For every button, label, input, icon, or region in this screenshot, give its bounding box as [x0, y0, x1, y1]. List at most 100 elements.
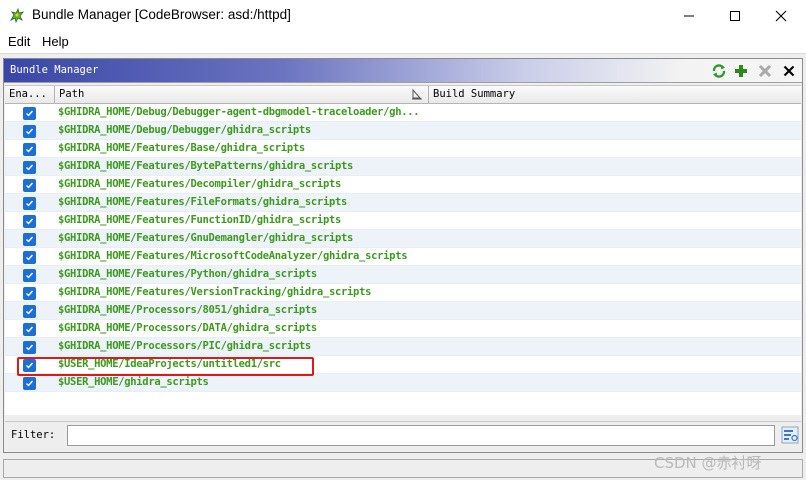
- column-header-build-summary[interactable]: Build Summary: [429, 86, 801, 104]
- table-header: Ena... Path Build Summary: [5, 86, 801, 104]
- checkmark-icon: [26, 308, 34, 315]
- close-window-button[interactable]: [758, 0, 804, 31]
- filter-input[interactable]: [67, 425, 775, 446]
- table-row[interactable]: $GHIDRA_HOME/Debug/Debugger/ghidra_scrip…: [5, 122, 801, 140]
- enabled-checkbox[interactable]: [23, 359, 36, 372]
- filter-options-icon[interactable]: [781, 426, 799, 444]
- table-row[interactable]: $GHIDRA_HOME/Features/FunctionID/ghidra_…: [5, 212, 801, 230]
- checkmark-icon: [26, 146, 34, 153]
- close-panel-button[interactable]: [780, 62, 798, 80]
- ghidra-dragon-icon: [9, 7, 24, 24]
- bundle-manager-panel: Bundle Manager Ena... Path Build Summary…: [3, 58, 803, 453]
- enabled-checkbox[interactable]: [23, 215, 36, 228]
- remove-icon: [758, 64, 772, 78]
- column-header-enabled[interactable]: Ena...: [5, 86, 55, 104]
- enabled-checkbox[interactable]: [23, 305, 36, 318]
- checkmark-icon: [26, 362, 34, 369]
- checkmark-icon: [26, 236, 34, 243]
- enabled-checkbox[interactable]: [23, 233, 36, 246]
- panel-header: Bundle Manager: [4, 59, 802, 83]
- bundle-path: $GHIDRA_HOME/Debug/Debugger-agent-dbgmod…: [58, 106, 420, 118]
- table-row[interactable]: $USER_HOME/ghidra_scripts: [5, 374, 801, 392]
- table-row[interactable]: $GHIDRA_HOME/Features/VersionTracking/gh…: [5, 284, 801, 302]
- table-row[interactable]: $GHIDRA_HOME/Features/Python/ghidra_scri…: [5, 266, 801, 284]
- checkmark-icon: [26, 254, 34, 261]
- enabled-checkbox[interactable]: [23, 143, 36, 156]
- table-body: $GHIDRA_HOME/Debug/Debugger-agent-dbgmod…: [5, 104, 801, 392]
- checkmark-icon: [26, 290, 34, 297]
- bundle-path: $GHIDRA_HOME/Processors/DATA/ghidra_scri…: [58, 322, 317, 334]
- bundle-path: $GHIDRA_HOME/Processors/8051/ghidra_scri…: [58, 304, 317, 316]
- title-bar: Bundle Manager [CodeBrowser: asd:/httpd]: [0, 0, 806, 31]
- checkmark-icon: [26, 128, 34, 135]
- remove-bundle-button[interactable]: [756, 62, 774, 80]
- maximize-button[interactable]: [712, 0, 758, 31]
- column-header-path[interactable]: Path: [55, 86, 429, 104]
- table-row[interactable]: $USER_HOME/IdeaProjects/untitled1/src: [5, 356, 801, 374]
- table-row[interactable]: $GHIDRA_HOME/Features/Decompiler/ghidra_…: [5, 176, 801, 194]
- checkmark-icon: [26, 344, 34, 351]
- enabled-checkbox[interactable]: [23, 251, 36, 264]
- menu-edit[interactable]: Edit: [8, 34, 30, 49]
- bundle-path: $GHIDRA_HOME/Features/FileFormats/ghidra…: [58, 196, 348, 208]
- bundle-path: $GHIDRA_HOME/Features/FunctionID/ghidra_…: [58, 214, 342, 226]
- bundle-path: $GHIDRA_HOME/Features/Decompiler/ghidra_…: [58, 178, 342, 190]
- bundle-path: $GHIDRA_HOME/Processors/PIC/ghidra_scrip…: [58, 340, 311, 352]
- enabled-checkbox[interactable]: [23, 161, 36, 174]
- checkmark-icon: [26, 182, 34, 189]
- filter-label: Filter:: [11, 429, 56, 441]
- checkmark-icon: [26, 164, 34, 171]
- bundle-path: $GHIDRA_HOME/Features/BytePatterns/ghidr…: [58, 160, 354, 172]
- bundle-path: $USER_HOME/IdeaProjects/untitled1/src: [58, 358, 281, 370]
- sort-ascending-icon: [412, 88, 422, 100]
- checkmark-icon: [26, 218, 34, 225]
- bundle-path: $GHIDRA_HOME/Features/VersionTracking/gh…: [58, 286, 372, 298]
- close-icon: [783, 65, 795, 77]
- add-icon: [735, 65, 747, 77]
- menu-bar: Edit Help: [0, 31, 806, 53]
- refresh-button[interactable]: [710, 62, 728, 80]
- enabled-checkbox[interactable]: [23, 125, 36, 138]
- bundle-table: Ena... Path Build Summary $GHIDRA_HOME/D…: [5, 85, 801, 415]
- bundle-path: $GHIDRA_HOME/Features/MicrosoftCodeAnaly…: [58, 250, 408, 262]
- table-row[interactable]: $GHIDRA_HOME/Features/MicrosoftCodeAnaly…: [5, 248, 801, 266]
- panel-title: Bundle Manager: [10, 64, 99, 76]
- checkmark-icon: [26, 380, 34, 387]
- filter-bar: Filter:: [5, 421, 801, 449]
- checkmark-icon: [26, 272, 34, 279]
- bundle-path: $GHIDRA_HOME/Debug/Debugger/ghidra_scrip…: [58, 124, 311, 136]
- enabled-checkbox[interactable]: [23, 323, 36, 336]
- menu-help[interactable]: Help: [42, 34, 69, 49]
- table-row[interactable]: $GHIDRA_HOME/Features/GnuDemangler/ghidr…: [5, 230, 801, 248]
- window-title: Bundle Manager [CodeBrowser: asd:/httpd]: [32, 7, 291, 22]
- checkmark-icon: [26, 110, 34, 117]
- bundle-path: $GHIDRA_HOME/Features/GnuDemangler/ghidr…: [58, 232, 354, 244]
- table-row[interactable]: $GHIDRA_HOME/Debug/Debugger-agent-dbgmod…: [5, 104, 801, 122]
- enabled-checkbox[interactable]: [23, 269, 36, 282]
- checkmark-icon: [26, 326, 34, 333]
- minimize-icon: [684, 15, 694, 16]
- table-row[interactable]: $GHIDRA_HOME/Features/Base/ghidra_script…: [5, 140, 801, 158]
- table-row[interactable]: $GHIDRA_HOME/Processors/8051/ghidra_scri…: [5, 302, 801, 320]
- table-row[interactable]: $GHIDRA_HOME/Features/BytePatterns/ghidr…: [5, 158, 801, 176]
- maximize-icon: [730, 10, 740, 21]
- add-bundle-button[interactable]: [732, 62, 750, 80]
- enabled-checkbox[interactable]: [23, 197, 36, 210]
- enabled-checkbox[interactable]: [23, 179, 36, 192]
- enabled-checkbox[interactable]: [23, 377, 36, 390]
- watermark: CSDN @赤衬呀: [654, 454, 762, 472]
- checkmark-icon: [26, 200, 34, 207]
- enabled-checkbox[interactable]: [23, 341, 36, 354]
- table-row[interactable]: $GHIDRA_HOME/Processors/DATA/ghidra_scri…: [5, 320, 801, 338]
- bundle-path: $GHIDRA_HOME/Features/Base/ghidra_script…: [58, 142, 305, 154]
- bundle-path: $USER_HOME/ghidra_scripts: [58, 376, 209, 388]
- minimize-button[interactable]: [666, 0, 712, 31]
- refresh-icon: [712, 64, 726, 78]
- close-icon: [775, 10, 787, 21]
- table-row[interactable]: $GHIDRA_HOME/Processors/PIC/ghidra_scrip…: [5, 338, 801, 356]
- enabled-checkbox[interactable]: [23, 107, 36, 120]
- table-row[interactable]: $GHIDRA_HOME/Features/FileFormats/ghidra…: [5, 194, 801, 212]
- column-header-path-label: Path: [59, 88, 85, 100]
- bundle-path: $GHIDRA_HOME/Features/Python/ghidra_scri…: [58, 268, 317, 280]
- enabled-checkbox[interactable]: [23, 287, 36, 300]
